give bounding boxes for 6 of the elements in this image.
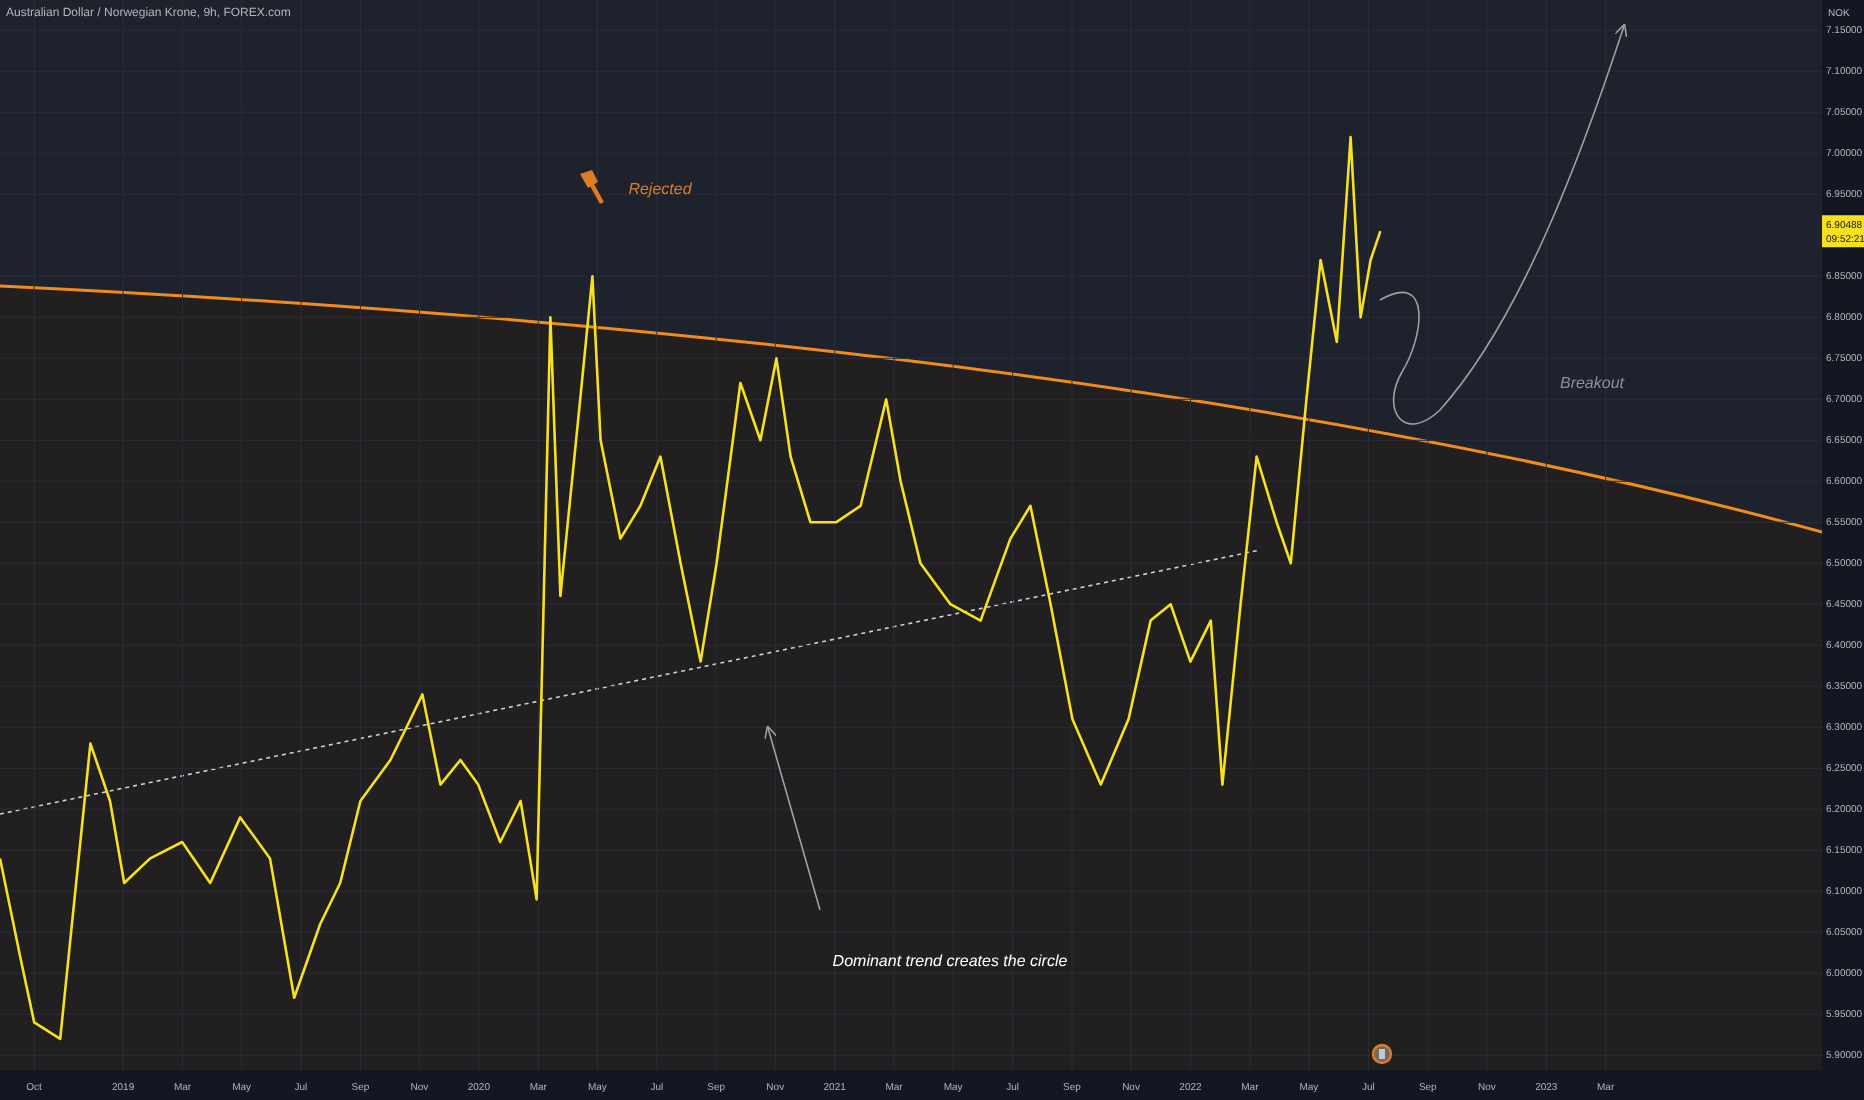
hammer-icon (580, 170, 604, 204)
annotation-text: Rejected (628, 180, 692, 199)
annotation-text: Dominant trend creates the circle (832, 952, 1068, 971)
event-marker-icon (1371, 1043, 1393, 1065)
annotation-text: Breakout (1559, 374, 1625, 393)
price-label (1822, 215, 1864, 248)
